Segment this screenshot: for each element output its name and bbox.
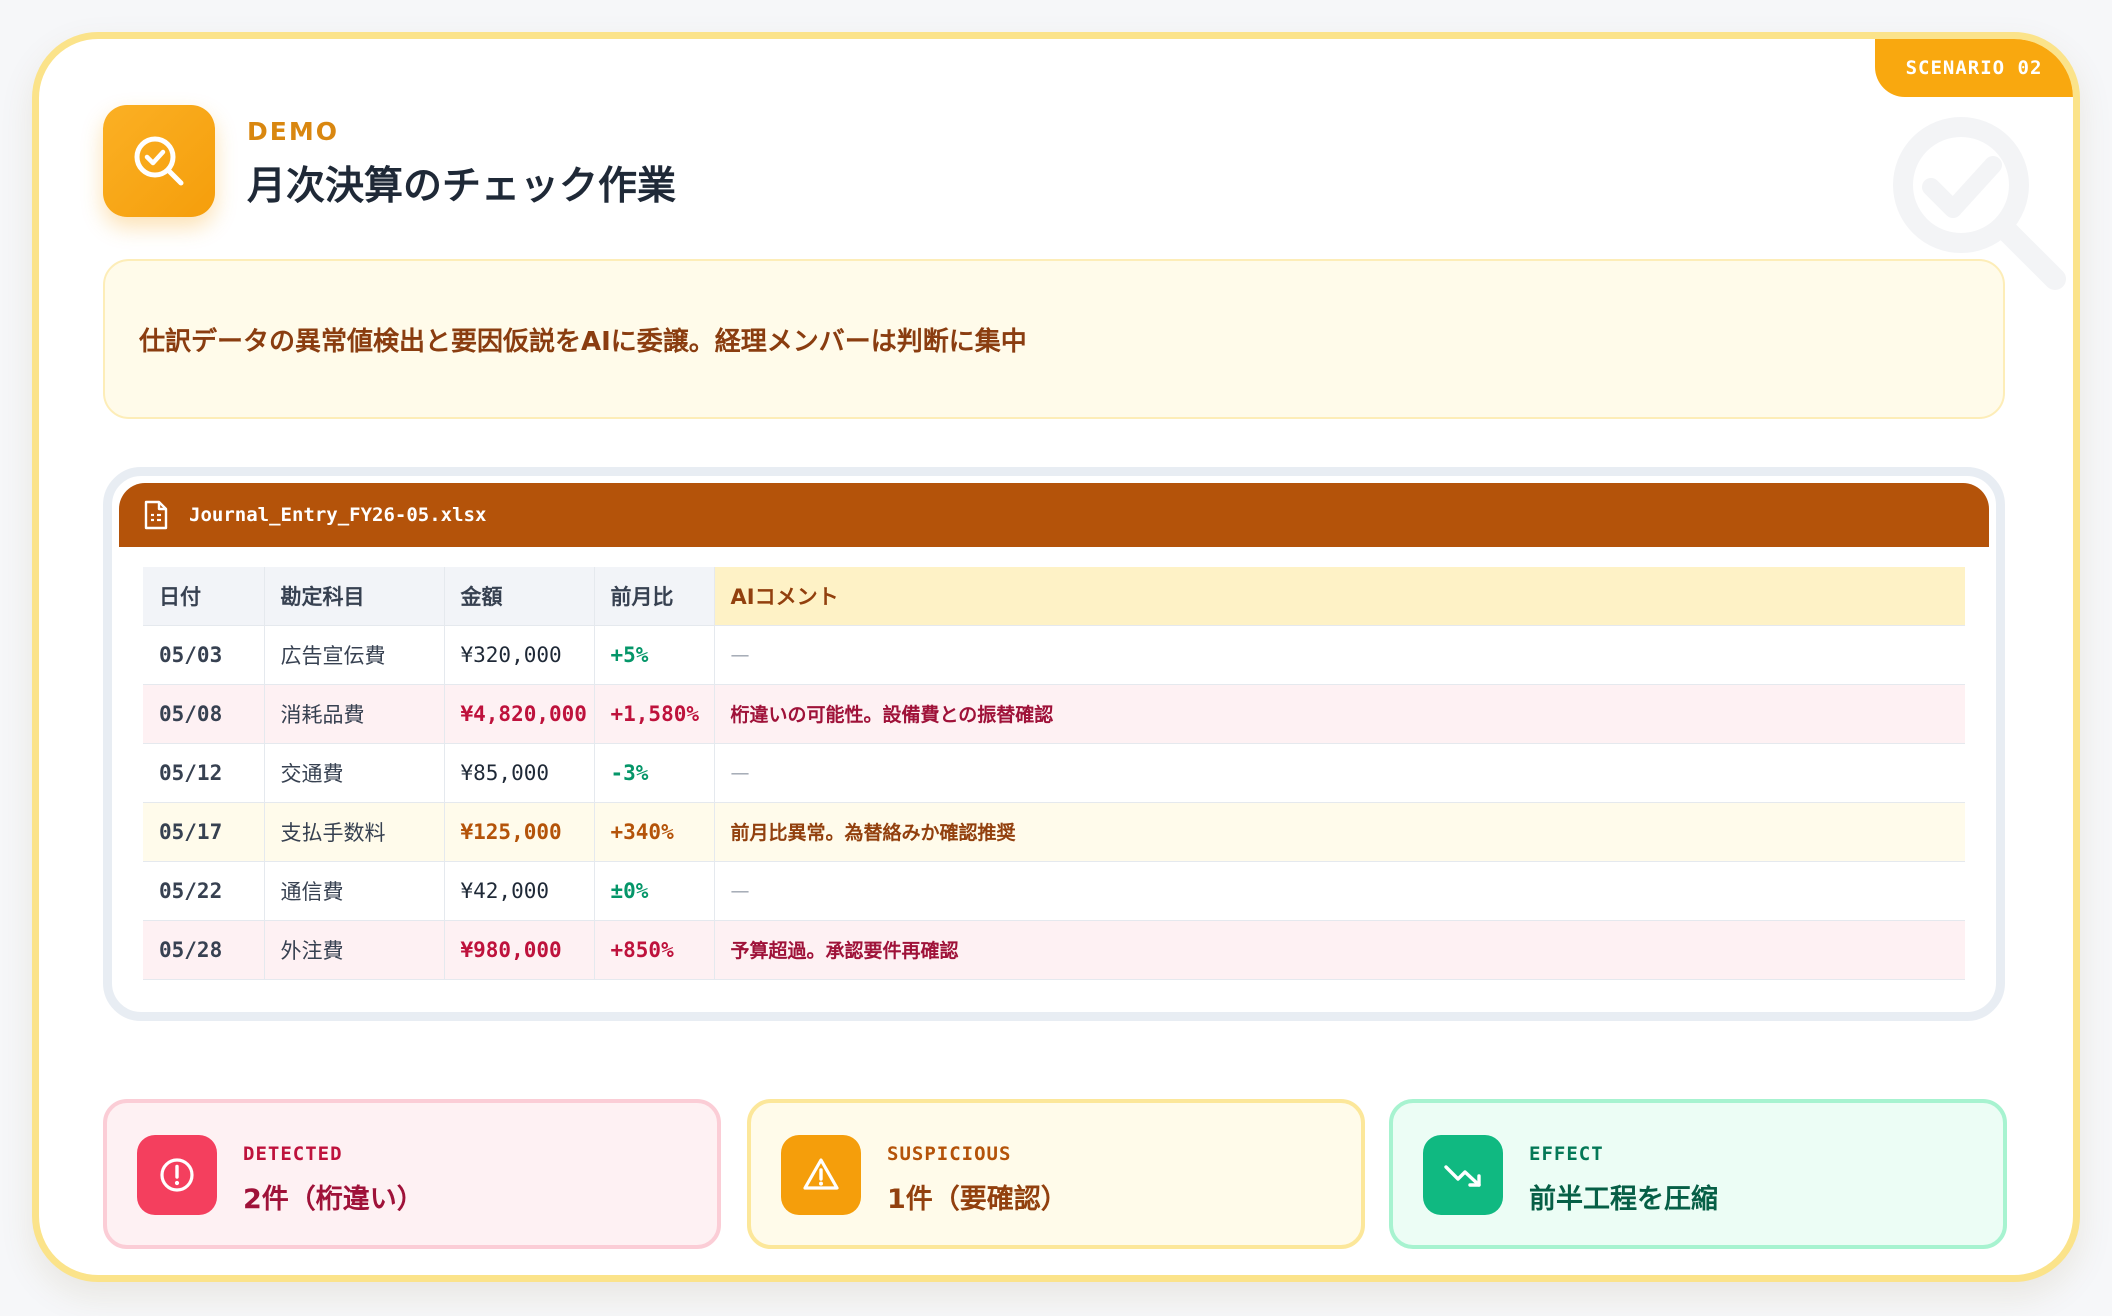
stat-label: EFFECT (1529, 1143, 1604, 1165)
cell-change: +1,580% (594, 684, 715, 744)
cell-change: ±0% (594, 861, 715, 921)
cell-ai-comment: — (714, 743, 1965, 803)
cell-account: 支払手数料 (264, 802, 445, 862)
cell-ai-comment: — (714, 861, 1965, 921)
stat-label: SUSPICIOUS (887, 1143, 1012, 1165)
cell-change: +850% (594, 920, 715, 980)
table-row: 05/08 消耗品費 ¥4,820,000 +1,580% 桁違いの可能性。設備… (143, 684, 1965, 744)
cell-change: +5% (594, 625, 715, 685)
cell-ai-comment: — (714, 625, 1965, 685)
cell-date: 05/22 (143, 861, 265, 921)
summary-text: 仕訳データの異常値検出と要因仮説をAIに委譲。経理メンバーは判断に集中 (139, 326, 1027, 357)
alert-circle-icon (137, 1135, 217, 1215)
column-header-ai-comment: AIコメント (714, 567, 1965, 626)
stat-card-detected: DETECTED 2件（桁違い） (103, 1099, 721, 1249)
stat-card-suspicious: SUSPICIOUS 1件（要確認） (747, 1099, 1365, 1249)
cell-ai-comment: 前月比異常。為替絡みか確認推奨 (714, 802, 1965, 862)
cell-account: 通信費 (264, 861, 445, 921)
page-title: 月次決算のチェック作業 (247, 164, 677, 209)
journal-table: 日付 勘定科目 金額 前月比 AIコメント 05/03 広告宣伝費 ¥320,0… (143, 567, 1965, 980)
cell-amount: ¥320,000 (444, 625, 595, 685)
cell-account: 消耗品費 (264, 684, 445, 744)
cell-change: +340% (594, 802, 715, 862)
table-row: 05/03 広告宣伝費 ¥320,000 +5% — (143, 625, 1965, 685)
table-header-row: 日付 勘定科目 金額 前月比 AIコメント (143, 567, 1965, 626)
table-row: 05/22 通信費 ¥42,000 ±0% — (143, 861, 1965, 921)
table-row: 05/12 交通費 ¥85,000 -3% — (143, 743, 1965, 803)
search-check-icon (103, 105, 215, 217)
cell-amount: ¥42,000 (444, 861, 595, 921)
trending-down-icon (1423, 1135, 1503, 1215)
summary-banner: 仕訳データの異常値検出と要因仮説をAIに委譲。経理メンバーは判断に集中 (103, 259, 2005, 419)
stat-value: 前半工程を圧縮 (1529, 1184, 1718, 1215)
warning-triangle-icon (781, 1135, 861, 1215)
column-header-change: 前月比 (594, 567, 715, 626)
cell-account: 広告宣伝費 (264, 625, 445, 685)
cell-account: 外注費 (264, 920, 445, 980)
cell-ai-comment: 予算超過。承認要件再確認 (714, 920, 1965, 980)
table-row: 05/17 支払手数料 ¥125,000 +340% 前月比異常。為替絡みか確認… (143, 802, 1965, 862)
spreadsheet-panel: Journal_Entry_FY26-05.xlsx 日付 勘定科目 金額 前月… (103, 467, 2005, 1021)
eyebrow-label: DEMO (247, 117, 339, 146)
cell-amount: ¥4,820,000 (444, 684, 595, 744)
stat-value: 2件（桁違い） (243, 1184, 424, 1215)
cell-account: 交通費 (264, 743, 445, 803)
scenario-badge: SCENARIO 02 (1875, 39, 2073, 97)
spreadsheet-filename: Journal_Entry_FY26-05.xlsx (189, 504, 487, 526)
cell-date: 05/17 (143, 802, 265, 862)
cell-amount: ¥125,000 (444, 802, 595, 862)
stat-label: DETECTED (243, 1143, 343, 1165)
column-header-date: 日付 (143, 567, 265, 626)
cell-date: 05/08 (143, 684, 265, 744)
cell-change: -3% (594, 743, 715, 803)
stat-value: 1件（要確認） (887, 1184, 1068, 1215)
column-header-account: 勘定科目 (264, 567, 445, 626)
table-row: 05/28 外注費 ¥980,000 +850% 予算超過。承認要件再確認 (143, 920, 1965, 980)
scenario-card: SCENARIO 02 DEMO 月次決算のチェック作業 仕訳データの異常値検出… (32, 32, 2080, 1282)
column-header-amount: 金額 (444, 567, 595, 626)
spreadsheet-title-bar: Journal_Entry_FY26-05.xlsx (119, 483, 1989, 547)
spreadsheet-file-icon (144, 500, 168, 530)
cell-ai-comment: 桁違いの可能性。設備費との振替確認 (714, 684, 1965, 744)
cell-date: 05/12 (143, 743, 265, 803)
cell-date: 05/03 (143, 625, 265, 685)
cell-amount: ¥85,000 (444, 743, 595, 803)
stat-card-effect: EFFECT 前半工程を圧縮 (1389, 1099, 2007, 1249)
cell-amount: ¥980,000 (444, 920, 595, 980)
cell-date: 05/28 (143, 920, 265, 980)
